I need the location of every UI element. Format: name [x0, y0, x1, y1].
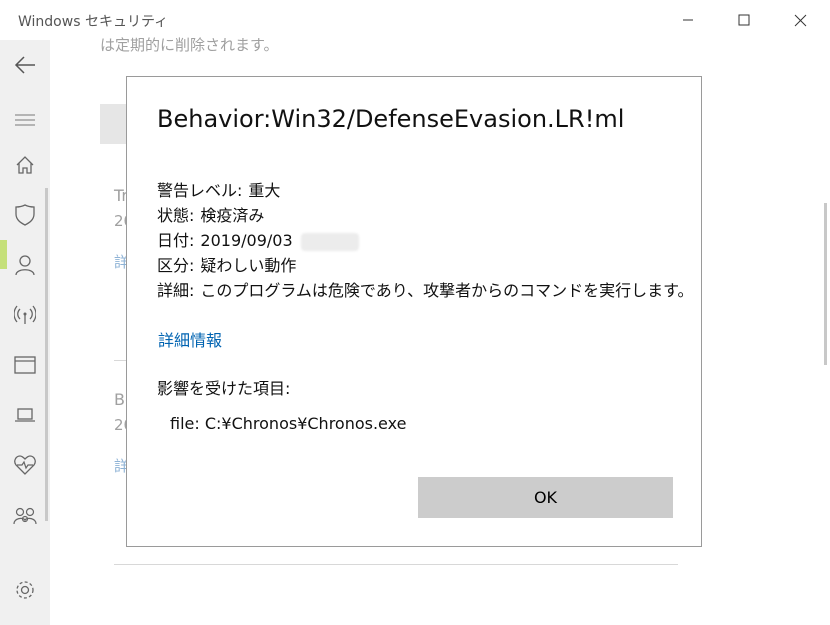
threat-name: Behavior:Win32/DefenseEvasion.LR!ml [157, 105, 625, 133]
maximize-button[interactable] [715, 0, 772, 40]
sidebar-item-account[interactable] [12, 252, 38, 278]
category-row: 区分: 疑わしい動作 [157, 252, 296, 276]
sidebar-item-home[interactable] [12, 152, 38, 178]
home-icon [16, 156, 34, 174]
network-antenna-icon [14, 305, 36, 324]
sidebar-item-app-browser[interactable] [12, 352, 38, 378]
maximize-icon [738, 14, 749, 26]
sidebar-item-settings[interactable] [12, 577, 38, 603]
date-value: 2019/09/03 [200, 231, 293, 250]
alert-level-row: 警告レベル: 重大 [157, 177, 280, 201]
details-row: 詳細: このプログラムは危険であり、攻撃者からのコマンドを実行します。 [157, 277, 694, 301]
details-label: 詳細: [157, 281, 195, 300]
sidebar-item-family-options[interactable] [12, 504, 38, 530]
person-icon [15, 255, 35, 276]
sidebar-scrollbar[interactable] [45, 188, 48, 521]
back-arrow-icon [14, 56, 35, 74]
sidebar-item-firewall[interactable] [12, 302, 38, 328]
file-path: C:¥Chronos¥Chronos.exe [204, 414, 407, 433]
threat-details-dialog: Behavior:Win32/DefenseEvasion.LR!ml 警告レベ… [126, 76, 702, 547]
affected-items-label: 影響を受けた項目: [157, 379, 291, 398]
family-icon [13, 507, 37, 525]
active-indicator [0, 240, 7, 269]
close-icon [794, 14, 807, 26]
browser-window-icon [14, 356, 36, 374]
menu-button[interactable] [12, 107, 38, 133]
sidebar-item-device-health[interactable] [12, 452, 38, 478]
window-title: Windows セキュリティ [18, 14, 169, 30]
redacted-time [300, 232, 359, 251]
gear-icon [16, 581, 34, 599]
file-label: file: [170, 414, 200, 433]
sidebar-item-virus-protection[interactable] [12, 202, 38, 228]
details-value: このプログラムは危険であり、攻撃者からのコマンドを実行します。 [200, 281, 694, 300]
main-scrollbar[interactable] [824, 203, 827, 365]
sidebar-item-device-security[interactable] [12, 402, 38, 428]
heart-pulse-icon [14, 455, 36, 475]
divider [114, 564, 678, 565]
date-row: 日付: 2019/09/03 [157, 227, 359, 251]
sidebar [0, 40, 50, 625]
status-row: 状態: 検疫済み [157, 202, 264, 226]
status-value: 検疫済み [200, 206, 265, 225]
category-value: 疑わしい動作 [200, 256, 297, 275]
close-button[interactable] [772, 0, 829, 40]
status-label: 状態: [157, 206, 195, 225]
alert-level-value: 重大 [248, 181, 281, 200]
category-label: 区分: [157, 256, 195, 275]
back-button[interactable] [12, 52, 38, 78]
more-info-link[interactable]: 詳細情報 [158, 327, 222, 351]
hamburger-icon [15, 114, 35, 126]
protection-history-note: は定期的に削除されます。 [100, 36, 279, 54]
minimize-button[interactable] [659, 0, 716, 40]
affected-file-row: file: C:¥Chronos¥Chronos.exe [170, 414, 406, 433]
date-label: 日付: [157, 231, 195, 250]
ok-button[interactable]: OK [418, 477, 673, 518]
laptop-icon [15, 408, 35, 422]
minimize-icon [682, 19, 693, 21]
alert-level-label: 警告レベル: [157, 181, 243, 200]
shield-icon [15, 204, 35, 226]
